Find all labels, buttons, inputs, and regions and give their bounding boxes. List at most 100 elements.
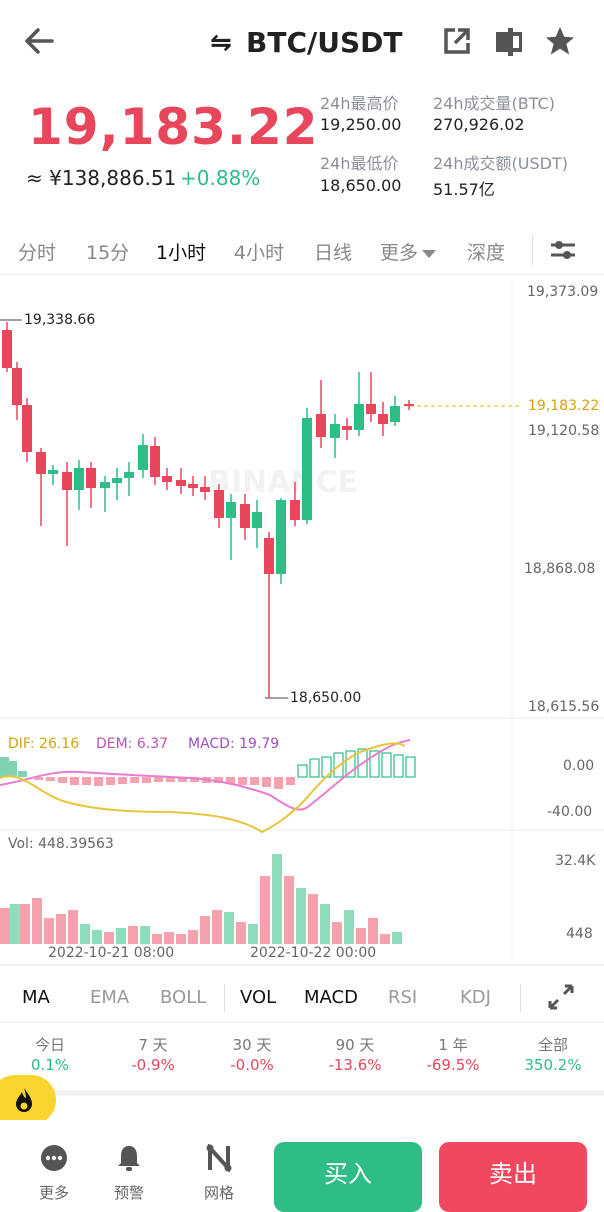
- period-today-label: 今日: [34, 1036, 65, 1054]
- volume-bar: [56, 914, 66, 944]
- date-label-2: 2022-10-22 00:00: [250, 945, 377, 961]
- swap-icon[interactable]: ⇋: [210, 28, 232, 58]
- volume-bar: [164, 932, 174, 944]
- candle: [48, 465, 58, 485]
- candle: [86, 462, 96, 508]
- more-dots-icon: [40, 1144, 68, 1176]
- macd-y1: -40.00: [547, 804, 593, 820]
- volume-bar: [200, 916, 210, 944]
- y-label-current: 19,183.22: [528, 398, 600, 414]
- macd-bar: [0, 757, 9, 777]
- candle: [390, 396, 400, 426]
- hot-float-button[interactable]: [0, 1075, 56, 1125]
- indicator-divider-2: [520, 984, 521, 1012]
- macd-bar: [118, 777, 127, 784]
- indicator-kdj[interactable]: KDJ: [460, 987, 491, 1008]
- indicator-boll[interactable]: BOLL: [160, 987, 206, 1008]
- volume-bar: [0, 908, 10, 944]
- volume-bar: [44, 918, 54, 944]
- candle: [62, 462, 72, 546]
- tab-15m[interactable]: 15分: [86, 238, 129, 265]
- macd-y0: 0.00: [563, 758, 595, 774]
- tab-more[interactable]: 更多: [380, 238, 437, 265]
- y-label-top: 19,373.09: [527, 284, 599, 300]
- chart-settings-icon[interactable]: [548, 236, 578, 268]
- change-percent: +0.88%: [180, 166, 261, 190]
- macd-bar: [381, 752, 392, 778]
- volume-bar: [344, 910, 354, 944]
- tab-depth[interactable]: 深度: [467, 238, 505, 265]
- kline-chart[interactable]: BINANCE: [0, 276, 604, 966]
- indicator-rsi[interactable]: RSI: [388, 987, 417, 1008]
- macd-bar: [18, 771, 27, 777]
- macd-bar: [405, 756, 416, 778]
- period-30d-label: 30 天: [232, 1036, 272, 1054]
- tab-timeshare[interactable]: 分时: [18, 238, 56, 265]
- indicator-ema[interactable]: EMA: [90, 987, 129, 1008]
- candle: [188, 476, 198, 496]
- tab-4h[interactable]: 4小时: [234, 238, 284, 265]
- volume-value: 270,926.02: [433, 115, 525, 134]
- share-icon[interactable]: [442, 26, 472, 60]
- candle: [176, 468, 186, 494]
- candle: [226, 494, 236, 560]
- volume-bar: [176, 934, 186, 944]
- macd-bar: [274, 777, 283, 789]
- volume-bar: [248, 924, 258, 944]
- macd-bar: [309, 758, 320, 778]
- macd-bar: [142, 777, 151, 783]
- bell-icon: [116, 1144, 142, 1176]
- layout-icon[interactable]: [494, 26, 524, 62]
- volume-bar: [296, 888, 306, 944]
- period-7d-value: -0.9%: [131, 1056, 175, 1074]
- volume-bar: [332, 922, 342, 944]
- indicator-macd[interactable]: MACD: [304, 987, 358, 1008]
- macd-bar: [154, 777, 163, 782]
- sell-button[interactable]: 卖出: [439, 1142, 587, 1212]
- candle: [404, 400, 414, 410]
- tab-divider: [532, 234, 533, 266]
- candle: [22, 398, 32, 462]
- pair-title[interactable]: BTC/USDT: [246, 26, 402, 59]
- indicator-row: MA EMA BOLL VOL MACD RSI KDJ: [0, 976, 604, 1020]
- caret-down-icon: [422, 249, 437, 258]
- top-bar: ⇋ BTC/USDT: [0, 0, 604, 84]
- buy-button[interactable]: 买入: [274, 1142, 422, 1212]
- chart-gridlines: [0, 280, 604, 966]
- candle: [366, 372, 376, 422]
- volume-indicator-label: Vol: 448.39563: [8, 836, 114, 852]
- fullscreen-icon[interactable]: [546, 982, 576, 1016]
- macd-bar: [8, 761, 17, 777]
- candle: [342, 418, 352, 440]
- candle: [354, 372, 364, 436]
- turnover-label: 24h成交额(USDT): [433, 154, 568, 173]
- tab-daily[interactable]: 日线: [314, 238, 352, 265]
- macd-bar: [262, 777, 271, 787]
- indicator-divider: [224, 984, 225, 1012]
- macd-bar: [94, 777, 103, 786]
- candle: [100, 476, 110, 512]
- date-label-1: 2022-10-21 08:00: [48, 945, 175, 961]
- candles: [2, 322, 414, 698]
- volume-y-top: 32.4K: [555, 853, 596, 869]
- period-all-value: 350.2%: [524, 1056, 582, 1074]
- y-label-bottom: 18,615.56: [528, 699, 600, 715]
- volume-bar: [272, 854, 282, 944]
- dem-label: DEM: 6.37: [96, 736, 169, 752]
- period-90d-value: -13.6%: [328, 1056, 382, 1074]
- tab-1h[interactable]: 1小时: [156, 238, 206, 265]
- indicator-ma[interactable]: MA: [22, 987, 50, 1008]
- back-arrow-icon[interactable]: [22, 24, 58, 62]
- macd-bar: [238, 777, 247, 785]
- volume-bars: [0, 854, 402, 944]
- volume-y-bottom: 448: [566, 926, 593, 942]
- volume-bar: [356, 928, 366, 944]
- macd-bar: [106, 777, 115, 785]
- candle: [36, 448, 46, 526]
- indicator-vol[interactable]: VOL: [240, 987, 276, 1008]
- favorite-star-icon[interactable]: [543, 24, 577, 62]
- volume-bar: [140, 926, 150, 944]
- macd-bar: [297, 764, 308, 778]
- candle: [214, 484, 224, 528]
- volume-bar: [260, 876, 270, 944]
